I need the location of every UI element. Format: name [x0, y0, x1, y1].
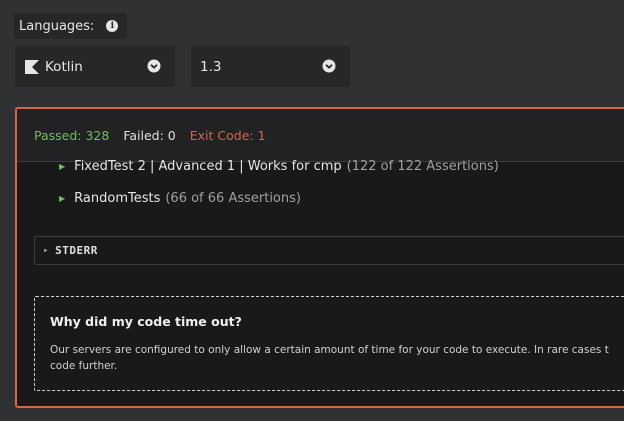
results-summary: Passed: 328 Failed: 0 Exit Code: 1 [17, 109, 624, 162]
version-select-value: 1.3 [200, 58, 222, 75]
assertion-count: (122 of 122 Assertions) [346, 159, 499, 174]
passed-count: Passed: 328 [34, 127, 110, 143]
version-select[interactable]: 1.3 [191, 46, 350, 87]
test-name: RandomTests [74, 191, 161, 206]
chevron-down-icon [322, 59, 336, 73]
failed-count: Failed: 0 [123, 127, 176, 143]
exit-code: Exit Code: 1 [189, 127, 266, 143]
languages-label-box: Languages: i [14, 13, 128, 39]
stderr-label: STDERR [55, 244, 98, 257]
expand-triangle-icon: ▶ [44, 247, 49, 254]
languages-label: Languages: [19, 18, 95, 34]
expand-triangle-icon: ▶ [59, 162, 66, 171]
stderr-section[interactable]: ▶ STDERR [34, 236, 624, 265]
language-select[interactable]: Kotlin [15, 46, 175, 87]
timeout-text-line: Our servers are configured to only allow… [50, 344, 609, 356]
timeout-info-box: Why did my code time out? Our servers ar… [34, 296, 624, 391]
test-results-panel: Passed: 328 Failed: 0 Exit Code: 1 ▶ Fix… [15, 107, 624, 408]
test-name: FixedTest 2 | Advanced 1 | Works for cmp [74, 159, 342, 174]
assertion-count: (66 of 66 Assertions) [165, 191, 301, 206]
expand-triangle-icon: ▶ [59, 194, 66, 203]
chevron-down-icon [147, 59, 161, 73]
timeout-text-line: code further. [50, 360, 118, 372]
test-result-row[interactable]: ▶ RandomTests (66 of 66 Assertions) [59, 191, 301, 206]
info-icon[interactable]: i [106, 20, 119, 32]
test-result-row[interactable]: ▶ FixedTest 2 | Advanced 1 | Works for c… [59, 159, 499, 174]
language-select-value: Kotlin [45, 58, 83, 75]
kotlin-logo-icon [25, 59, 39, 74]
timeout-title: Why did my code time out? [50, 314, 242, 329]
